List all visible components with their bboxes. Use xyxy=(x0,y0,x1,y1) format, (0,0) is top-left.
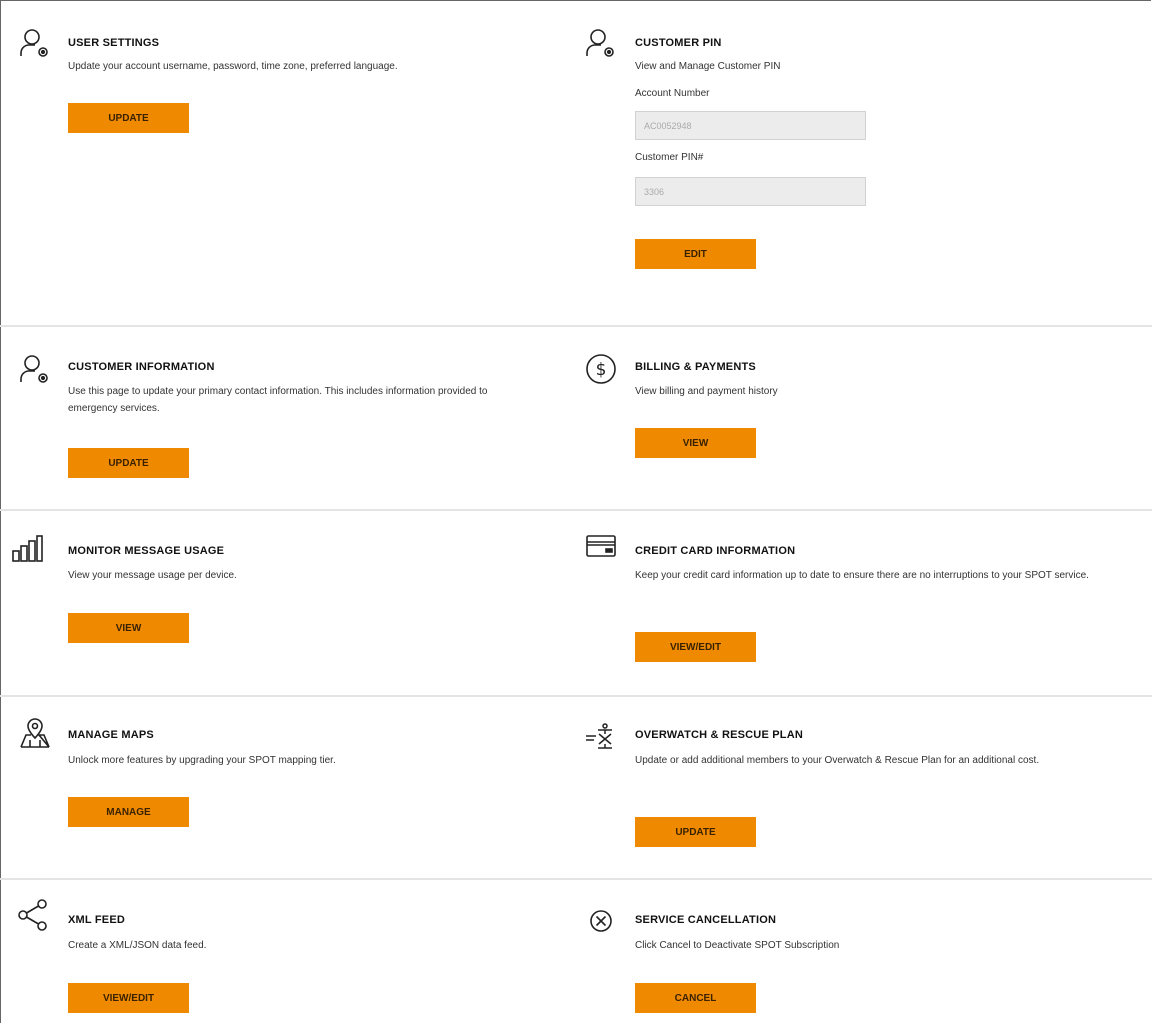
credit-card-description: Keep your credit card information up to … xyxy=(635,570,1089,581)
user-settings-description: Update your account username, password, … xyxy=(68,61,398,72)
manage-maps-title: MANAGE MAPS xyxy=(68,729,154,741)
page-frame xyxy=(0,0,1151,1023)
billing-payments-description: View billing and payment history xyxy=(635,386,778,397)
customer-pin-edit-button[interactable]: EDIT xyxy=(635,239,756,269)
customer-information-title: CUSTOMER INFORMATION xyxy=(68,361,215,373)
customer-pin-field[interactable] xyxy=(635,177,866,206)
user-gear-icon xyxy=(18,26,52,60)
section-divider xyxy=(0,695,1152,697)
account-number-label: Account Number xyxy=(635,88,710,99)
monitor-usage-description: View your message usage per device. xyxy=(68,570,237,581)
dollar-circle-icon: $ xyxy=(584,352,618,386)
share-icon xyxy=(16,898,50,932)
xml-feed-description: Create a XML/JSON data feed. xyxy=(68,940,207,951)
customer-information-description: Use this page to update your primary con… xyxy=(68,386,488,414)
xml-feed-title: XML FEED xyxy=(68,914,126,926)
section-divider xyxy=(0,325,1152,327)
overwatch-description: Update or add additional members to your… xyxy=(635,755,1040,766)
service-cancellation-description: Click Cancel to Deactivate SPOT Subscrip… xyxy=(635,940,840,951)
customer-pin-title: CUSTOMER PIN xyxy=(635,37,722,49)
section-divider xyxy=(0,878,1152,880)
manage-maps-description: Unlock more features by upgrading your S… xyxy=(68,755,336,766)
credit-card-view-edit-button[interactable]: VIEW/EDIT xyxy=(635,632,756,662)
service-cancel-button[interactable]: CANCEL xyxy=(635,983,756,1013)
billing-view-button[interactable]: VIEW xyxy=(635,428,756,458)
xml-feed-view-edit-button[interactable]: VIEW/EDIT xyxy=(68,983,189,1013)
map-pin-icon xyxy=(18,716,52,750)
service-cancellation-title: SERVICE CANCELLATION xyxy=(635,914,777,926)
bar-chart-icon xyxy=(10,531,44,565)
customer-pin-description: View and Manage Customer PIN xyxy=(635,61,781,72)
user-gear-icon xyxy=(18,352,52,386)
credit-card-icon xyxy=(584,530,618,564)
customer-pin-label: Customer PIN# xyxy=(635,152,704,163)
user-settings-update-button[interactable]: UPDATE xyxy=(68,103,189,133)
user-settings-title: USER SETTINGS xyxy=(68,37,160,49)
monitor-usage-title: MONITOR MESSAGE USAGE xyxy=(68,545,225,557)
overwatch-title: OVERWATCH & RESCUE PLAN xyxy=(635,729,803,741)
monitor-usage-view-button[interactable]: VIEW xyxy=(68,613,189,643)
section-divider xyxy=(0,509,1152,511)
account-number-field[interactable] xyxy=(635,111,866,140)
close-circle-icon xyxy=(584,904,618,938)
customer-information-update-button[interactable]: UPDATE xyxy=(68,448,189,478)
svg-text:$: $ xyxy=(596,360,607,380)
manage-maps-button[interactable]: MANAGE xyxy=(68,797,189,827)
credit-card-title: CREDIT CARD INFORMATION xyxy=(635,545,796,557)
overwatch-update-button[interactable]: UPDATE xyxy=(635,817,756,847)
user-gear-icon xyxy=(584,26,618,60)
overwatch-icon xyxy=(584,718,618,752)
billing-payments-title: BILLING & PAYMENTS xyxy=(635,361,756,373)
